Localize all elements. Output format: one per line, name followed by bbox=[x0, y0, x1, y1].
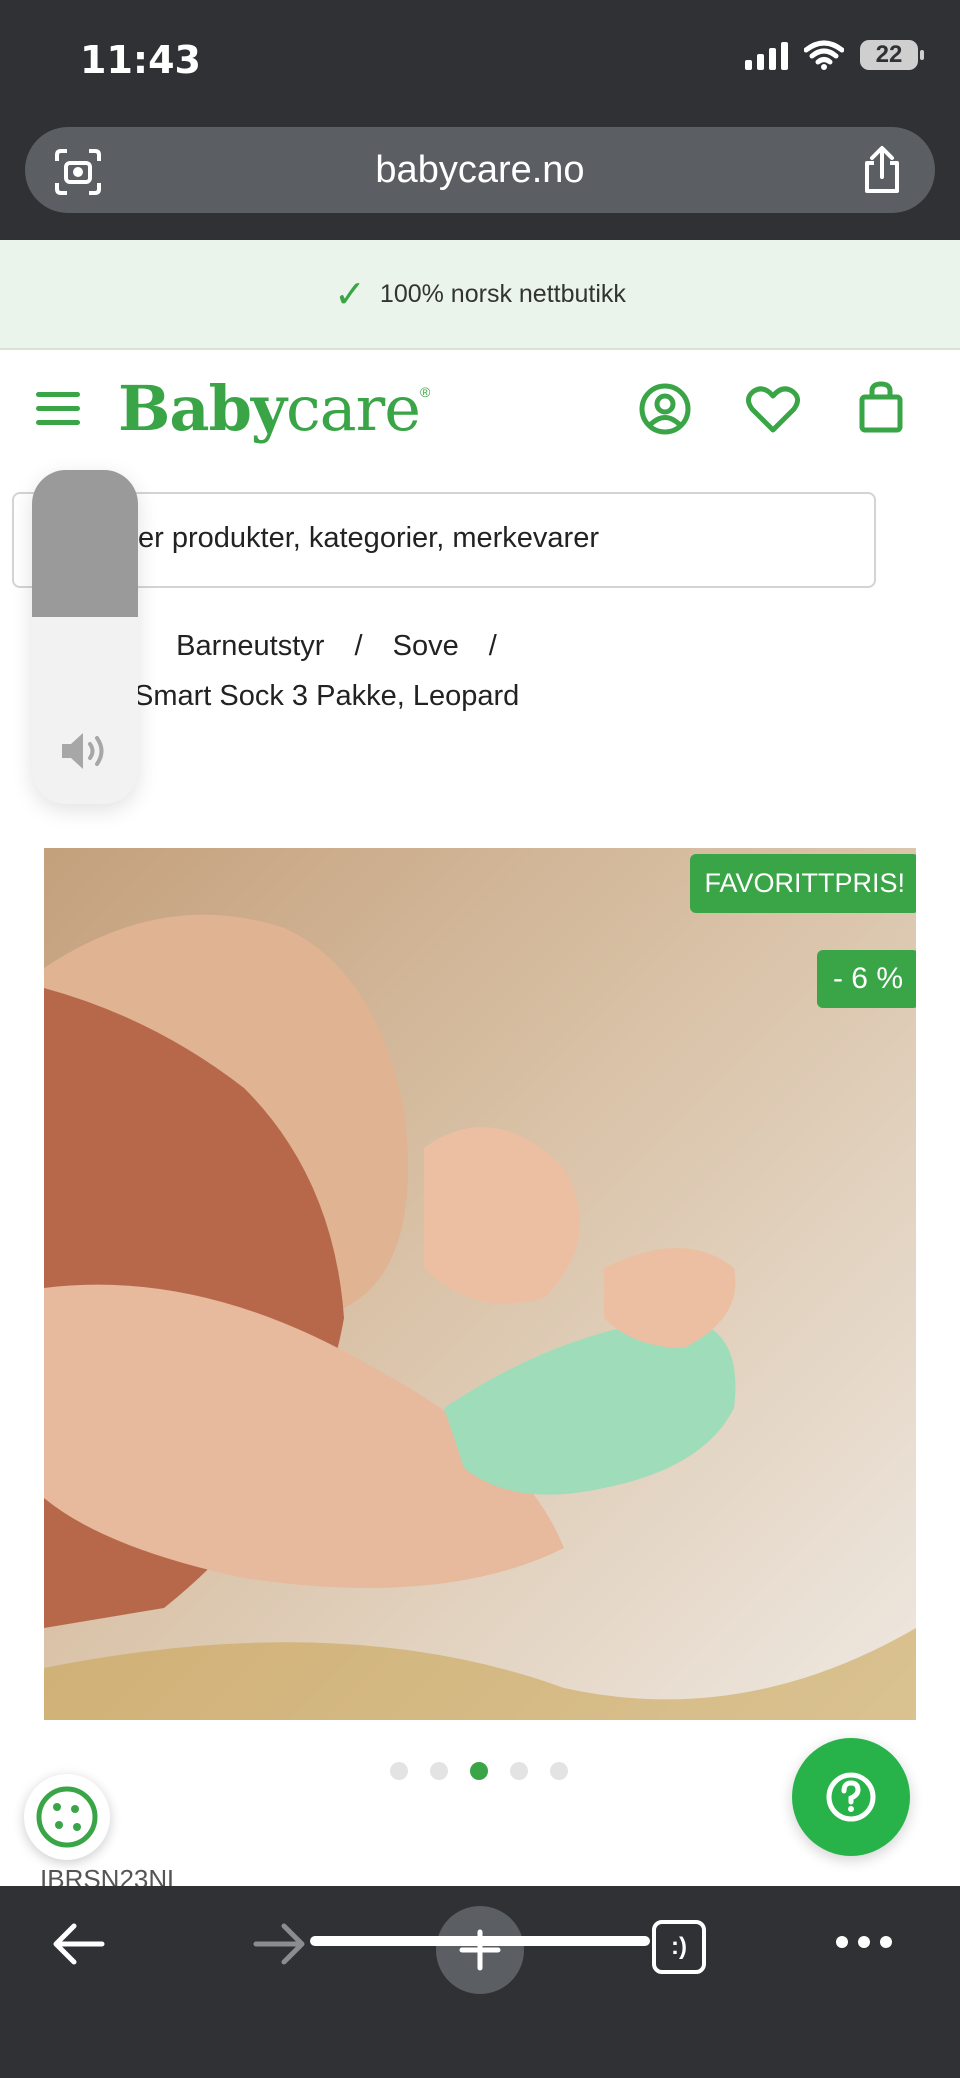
shopping-bag-icon[interactable] bbox=[858, 380, 904, 434]
status-icons: 22 bbox=[745, 40, 924, 70]
site-header: Babycare® bbox=[0, 350, 960, 470]
breadcrumb-item-barneutstyr[interactable]: Barneutstyr bbox=[176, 630, 324, 662]
browser-chrome-top: 11:43 22 babycare.no bbox=[0, 0, 960, 240]
favorite-price-badge: FAVORITTPRIS! bbox=[690, 854, 916, 913]
speaker-icon bbox=[62, 733, 104, 769]
volume-hud bbox=[32, 470, 138, 804]
babycare-logo[interactable]: Babycare® bbox=[118, 372, 430, 445]
tabs-button[interactable]: :) bbox=[652, 1920, 706, 1974]
status-time: 11:43 bbox=[80, 38, 201, 82]
image-carousel-dots bbox=[390, 1762, 568, 1780]
home-indicator bbox=[310, 1936, 650, 1946]
carousel-dot[interactable] bbox=[510, 1762, 528, 1780]
cookie-icon bbox=[36, 1786, 98, 1848]
wifi-icon bbox=[804, 40, 844, 70]
product-image[interactable]: FAVORITTPRIS! - 6 % bbox=[44, 848, 916, 1720]
question-icon bbox=[826, 1772, 876, 1822]
browser-toolbar: :) bbox=[0, 1886, 960, 2078]
forward-arrow-icon[interactable] bbox=[250, 1914, 310, 1974]
cookie-settings-button[interactable] bbox=[24, 1774, 110, 1860]
url-bar[interactable]: babycare.no bbox=[25, 127, 935, 213]
carousel-dot[interactable] bbox=[390, 1762, 408, 1780]
breadcrumb-item-sove[interactable]: Sove bbox=[393, 630, 459, 662]
more-icon[interactable] bbox=[834, 1932, 894, 1952]
breadcrumb-separator: / bbox=[488, 630, 497, 662]
volume-level-fill bbox=[32, 470, 138, 617]
checkmark-icon: ✓ bbox=[334, 273, 366, 316]
cellular-signal-icon bbox=[745, 40, 788, 70]
baby-feet-photo bbox=[44, 848, 916, 1720]
carousel-dot[interactable] bbox=[430, 1762, 448, 1780]
url-text[interactable]: babycare.no bbox=[25, 149, 935, 192]
breadcrumb-current: Smart Sock 3 Pakke, Leopard bbox=[134, 680, 520, 712]
carousel-dot[interactable] bbox=[550, 1762, 568, 1780]
discount-badge: - 6 % bbox=[816, 950, 916, 1008]
search-input[interactable]: er produkter, kategorier, merkevarer bbox=[12, 492, 876, 588]
new-tab-button[interactable] bbox=[436, 1906, 524, 1994]
account-icon[interactable] bbox=[638, 382, 692, 436]
share-icon[interactable] bbox=[859, 145, 905, 195]
help-button[interactable] bbox=[792, 1738, 910, 1856]
heart-icon[interactable] bbox=[746, 386, 800, 434]
search-placeholder: er produkter, kategorier, merkevarer bbox=[138, 522, 599, 554]
plus-icon bbox=[459, 1929, 501, 1971]
menu-icon[interactable] bbox=[36, 392, 80, 434]
breadcrumb-separator: / bbox=[354, 630, 363, 662]
battery-icon: 22 bbox=[860, 40, 924, 70]
carousel-dot-active[interactable] bbox=[470, 1762, 488, 1780]
promo-banner: ✓ 100% norsk nettbutikk bbox=[0, 240, 960, 350]
promo-text: 100% norsk nettbutikk bbox=[379, 279, 626, 308]
back-arrow-icon[interactable] bbox=[48, 1914, 108, 1974]
